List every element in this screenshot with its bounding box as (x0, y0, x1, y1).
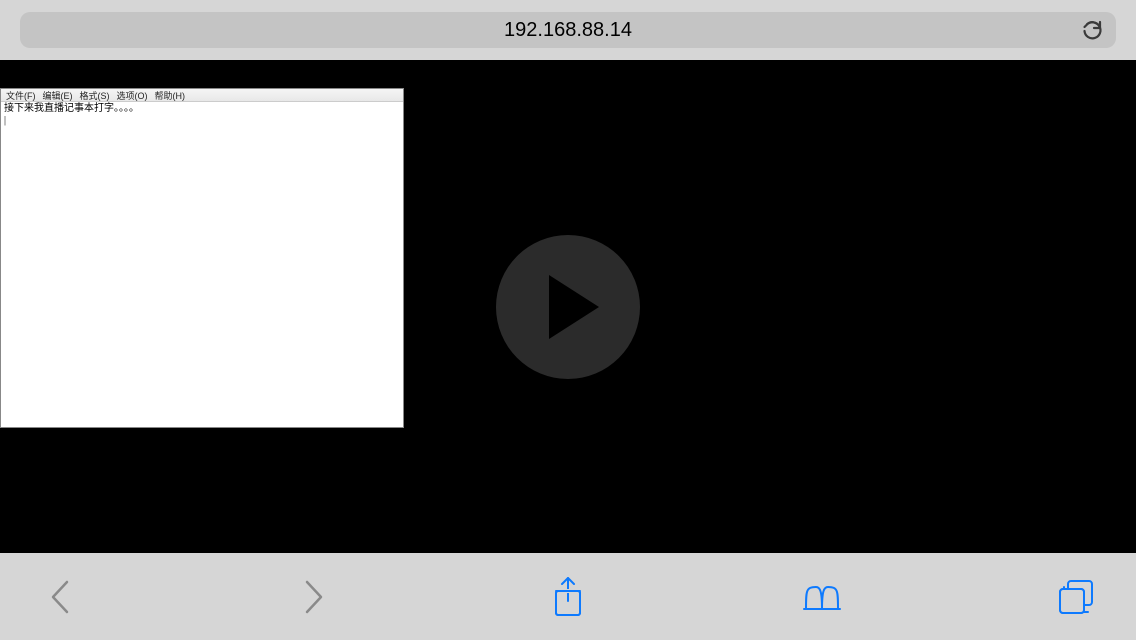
bookmarks-button[interactable] (802, 577, 842, 617)
menu-view[interactable]: 选项(O) (115, 89, 150, 102)
menu-help[interactable]: 帮助(H) (153, 89, 188, 102)
menu-format[interactable]: 格式(S) (78, 89, 112, 102)
address-bar: 192.168.88.14 (0, 0, 1136, 60)
tabs-button[interactable] (1056, 577, 1096, 617)
reload-button[interactable] (1078, 16, 1106, 44)
back-button[interactable] (40, 577, 80, 617)
share-icon (552, 577, 584, 617)
video-area: 文件(F) 编辑(E) 格式(S) 选项(O) 帮助(H) 接下来我直播记事本打… (0, 60, 1136, 553)
back-icon (50, 580, 70, 614)
notepad-window: 文件(F) 编辑(E) 格式(S) 选项(O) 帮助(H) 接下来我直播记事本打… (0, 88, 404, 428)
share-button[interactable] (548, 577, 588, 617)
forward-button[interactable] (294, 577, 334, 617)
bookmarks-icon (802, 581, 842, 613)
bottom-toolbar (0, 553, 1136, 640)
play-icon (549, 275, 599, 339)
reload-icon (1080, 18, 1104, 42)
forward-icon (304, 580, 324, 614)
address-field[interactable]: 192.168.88.14 (20, 12, 1116, 48)
menu-file[interactable]: 文件(F) (4, 89, 38, 102)
notepad-content: 接下来我直播记事本打字。。。。 | (1, 102, 403, 128)
address-url: 192.168.88.14 (504, 19, 632, 42)
menu-edit[interactable]: 编辑(E) (41, 89, 75, 102)
play-button[interactable] (496, 235, 640, 379)
tabs-icon (1058, 579, 1094, 615)
notepad-menubar: 文件(F) 编辑(E) 格式(S) 选项(O) 帮助(H) (1, 89, 403, 102)
